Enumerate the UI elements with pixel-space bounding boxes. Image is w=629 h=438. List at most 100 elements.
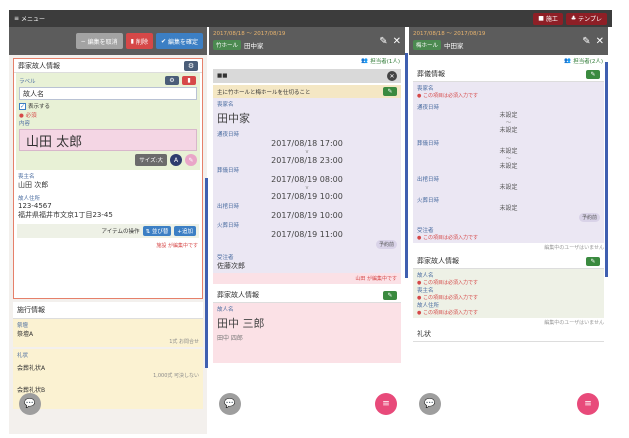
show-checkbox-row[interactable]: ✓ 表示する [19, 102, 197, 110]
required-notice: この項目は必須入力です [417, 234, 600, 241]
editing-note: 山田 が編集中です [213, 273, 401, 284]
pencil-icon[interactable]: ✎ [379, 36, 387, 47]
close-icon[interactable]: ✕ [393, 36, 401, 47]
confirm-edit-button[interactable]: ✔ 編集を確定 [155, 33, 203, 49]
trash-icon[interactable]: ▮ [182, 76, 196, 85]
staff-count[interactable]: 👥 担当者(2人) [409, 55, 608, 67]
pencil-icon[interactable]: ✎ [185, 154, 197, 166]
close-circle-icon[interactable]: ✕ [387, 71, 397, 81]
deceased-value: 田中 三郎 [217, 317, 265, 330]
cremation-time: 火葬日時 未設定 予約前 [413, 194, 604, 224]
altar-label: 祭壇 [17, 323, 29, 329]
card2-title: 葬家故人情報 [217, 291, 259, 299]
funeral-from: 未設定 [499, 148, 518, 155]
card-title-row: 葬家故人情報 ⚙ [14, 59, 202, 73]
sort-button[interactable]: ⇅ 並び替 [142, 226, 172, 236]
top-bar: ≡ メニュー ■ 施工 ♣ テンプレ [9, 10, 612, 27]
scroll-indicator[interactable] [205, 178, 208, 368]
funeral-to: 未設定 [499, 163, 518, 170]
address-label: 故人住所 [417, 303, 440, 309]
family-name-label: 喪家名 [417, 86, 434, 92]
letter-title: 礼状 [413, 327, 604, 342]
chat-icon[interactable]: 💬 [219, 393, 241, 415]
cremation-value: 2017/08/19 11:00 [271, 230, 343, 239]
chief-field: 喪主名 山田 次郎 [14, 170, 202, 192]
hall-column-take: 2017/08/18 〜 2017/08/19 竹ホール 田中家 ✎ ✕ 👥 担当者… [209, 27, 405, 434]
menu-icon[interactable]: ≡ [14, 15, 19, 22]
required-notice: この項目は必須入力です [417, 92, 600, 99]
scroll-indicator[interactable] [405, 53, 408, 278]
wake-time: 通夜日時 未設定 〜 未設定 [413, 101, 604, 137]
pencil-icon[interactable]: ✎ [586, 69, 600, 79]
menu-label[interactable]: メニュー [21, 14, 45, 23]
gear-icon[interactable]: ⚙ [184, 60, 198, 71]
departure-label: 出棺日時 [417, 177, 440, 183]
required-note: ● 必須 [19, 113, 37, 119]
checkbox[interactable]: ✓ [19, 102, 26, 110]
required-notice: この項目は必須入力です [417, 279, 600, 286]
confirm-label: 編集を確定 [167, 38, 198, 46]
delete-label: 削除 [135, 38, 148, 46]
delete-button[interactable]: ▮ 削除 [125, 33, 153, 49]
chat-icon[interactable]: 💬 [19, 393, 41, 415]
letter-item[interactable]: 礼状 会葬礼状A 1,000式 可決しない 会葬礼状B [13, 349, 203, 409]
editing-note-2: 編集中のユーザはいません [544, 320, 604, 326]
font-a-button[interactable]: A [170, 154, 182, 166]
pencil-icon[interactable]: ✎ [586, 256, 600, 266]
scroll-indicator[interactable] [605, 62, 608, 277]
pencil-icon[interactable]: ✎ [582, 36, 590, 47]
address-value: 福井県福井市文京1丁目23-45 [18, 211, 113, 219]
wake-from: 2017/08/18 17:00 [271, 139, 343, 148]
receiver-label: 受注者 [417, 228, 434, 234]
staff-label: 担当者(2人) [573, 59, 603, 65]
family-name-field: 喪家名 この項目は必須入力です [413, 82, 604, 101]
funeral-label: 葬儀日時 [217, 168, 240, 174]
discard-label: 編集を取消 [87, 38, 118, 46]
photo-note-header: ■■ ✕ [213, 69, 401, 83]
editing-note: 編集中のユーザはいません [544, 245, 604, 251]
menu-fab-icon[interactable]: ≡ [375, 393, 397, 415]
card2-title-row: 葬家故人情報 ✎ [213, 288, 401, 303]
discard-edit-button[interactable]: − 編集を取消 [75, 33, 123, 49]
address-field: 故人住所 123-4567 福井県福井市文京1丁目23-45 [14, 192, 202, 222]
receiver-label: 受注者 [217, 255, 234, 261]
wake-label: 通夜日時 [417, 105, 440, 111]
note-row: 主に竹ホールと梅ホールを仕切ること ✎ [213, 85, 401, 98]
template-icon: ♣ [570, 15, 577, 22]
address-label: 故人住所 [18, 196, 41, 202]
editing-note: 施設 が編集中です [156, 243, 198, 249]
notice-button[interactable]: ■ 施工 [533, 12, 563, 25]
deceased-sub: 田中 四郎 [217, 335, 243, 342]
staff-label: 担当者(1人) [370, 59, 400, 65]
letter-sub: 1,000式 可決しない [153, 373, 199, 379]
wake-to: 未設定 [499, 127, 518, 134]
close-icon[interactable]: ✕ [596, 36, 604, 47]
card2-title-row: 葬家故人情報 ✎ [413, 254, 604, 269]
pencil-icon[interactable]: ✎ [383, 290, 397, 300]
funeral-from: 2017/08/19 08:00 [271, 175, 343, 184]
date-range: 2017/08/18 〜 2017/08/19 [413, 31, 486, 37]
camera-icon: ■■ [217, 73, 228, 79]
menu-fab-icon[interactable]: ≡ [577, 393, 599, 415]
reserved-badge: 予約前 [375, 240, 397, 249]
add-button[interactable]: +追加 [174, 226, 196, 236]
template-button[interactable]: ♣ テンプレ [565, 12, 607, 25]
label-edit-zone: ⚙ ▮ ラベル 故人名 ✓ 表示する ● 必須 内容 山田 太郎 サイズ:大 A … [16, 73, 200, 170]
notice-icon: ■ [538, 15, 544, 22]
altar-item[interactable]: 祭壇 祭壇A 1式 お問合せ [13, 319, 203, 347]
family-name-field: 喪家名 田中家 [213, 98, 401, 130]
settings-icon[interactable]: ⚙ [165, 76, 179, 85]
item-ops-row: アイテムの操作 ⇅ 並び替 +追加 [17, 224, 199, 238]
cremation-label: 火葬日時 [217, 223, 240, 229]
label-input[interactable]: 故人名 [19, 87, 197, 100]
wake-to: 2017/08/18 23:00 [271, 156, 343, 165]
staff-count[interactable]: 👥 担当者(1人) [209, 55, 405, 67]
departure-time: 出棺日時 未設定 [413, 173, 604, 194]
chat-icon[interactable]: 💬 [419, 393, 441, 415]
size-button[interactable]: サイズ:大 [135, 154, 167, 166]
content-input[interactable]: 山田 太郎 [19, 129, 197, 151]
departure-time: 出棺日時 2017/08/19 10:00 [213, 202, 401, 221]
minus-icon: − [80, 37, 86, 45]
wake-time: 通夜日時 2017/08/18 17:00 v 2017/08/18 23:00 [213, 130, 401, 166]
pencil-icon[interactable]: ✎ [383, 87, 397, 96]
